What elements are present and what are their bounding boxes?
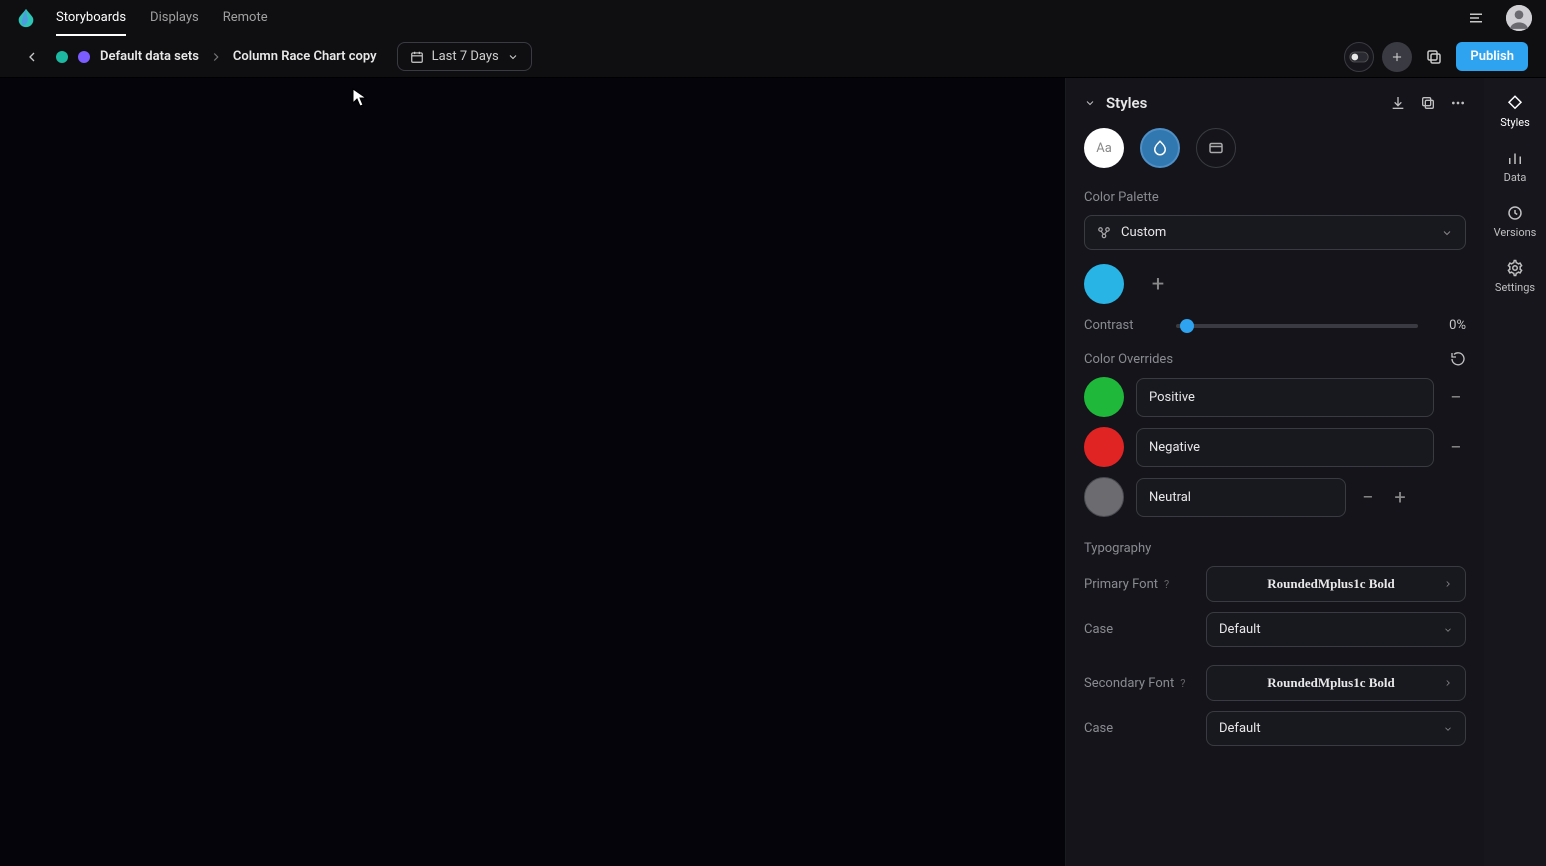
theme-toggle[interactable] bbox=[1344, 42, 1374, 72]
primary-case-value: Default bbox=[1219, 622, 1443, 637]
primary-font-select[interactable]: RoundedMplus1c Bold bbox=[1206, 566, 1466, 602]
secondary-font-select[interactable]: RoundedMplus1c Bold bbox=[1206, 665, 1466, 701]
chevron-right-icon bbox=[1443, 678, 1453, 688]
chevron-down-icon bbox=[1443, 625, 1453, 635]
settings-icon bbox=[1506, 259, 1524, 277]
remove-override-positive[interactable]: − bbox=[1446, 387, 1466, 407]
workspace-dot-purple bbox=[78, 51, 90, 63]
override-swatch-neutral[interactable] bbox=[1084, 477, 1124, 517]
side-tabs: Styles Data Versions Settings bbox=[1484, 78, 1546, 866]
cursor-icon bbox=[352, 88, 368, 108]
date-range-picker[interactable]: Last 7 Days bbox=[397, 42, 532, 71]
more-icon[interactable] bbox=[1450, 95, 1466, 111]
duplicate-icon[interactable] bbox=[1420, 95, 1436, 111]
primary-font-label: Primary Font ? bbox=[1084, 577, 1194, 592]
workspace-dot-teal bbox=[56, 51, 68, 63]
copy-button[interactable] bbox=[1420, 43, 1448, 71]
publish-button[interactable]: Publish bbox=[1456, 42, 1528, 71]
contrast-value: 0% bbox=[1430, 318, 1466, 333]
versions-icon bbox=[1506, 204, 1524, 222]
top-nav: Storyboards Displays Remote bbox=[0, 0, 1546, 36]
side-tab-styles[interactable]: Styles bbox=[1500, 94, 1530, 129]
styles-panel: Styles Aa Color Palette bbox=[1066, 78, 1484, 866]
add-override-button[interactable]: + bbox=[1390, 487, 1410, 507]
tab-storyboards[interactable]: Storyboards bbox=[56, 1, 126, 36]
nav-tabs: Storyboards Displays Remote bbox=[56, 1, 268, 36]
color-palette-label: Color Palette bbox=[1084, 190, 1466, 205]
secondary-case-value: Default bbox=[1219, 721, 1443, 736]
override-name-positive[interactable]: Positive bbox=[1136, 378, 1434, 417]
chevron-down-icon bbox=[1441, 227, 1453, 239]
help-icon[interactable]: ? bbox=[1164, 578, 1169, 591]
chevron-right-icon bbox=[209, 50, 223, 64]
tab-displays[interactable]: Displays bbox=[150, 1, 199, 36]
reset-overrides-icon[interactable] bbox=[1450, 351, 1466, 367]
color-overrides-label: Color Overrides bbox=[1084, 352, 1450, 367]
tab-remote[interactable]: Remote bbox=[223, 1, 268, 36]
add-swatch-button[interactable]: + bbox=[1138, 264, 1178, 304]
palette-select[interactable]: Custom bbox=[1084, 215, 1466, 250]
override-name-negative[interactable]: Negative bbox=[1136, 428, 1434, 467]
style-mode-text[interactable]: Aa bbox=[1084, 128, 1124, 168]
remove-override-negative[interactable]: − bbox=[1446, 437, 1466, 457]
override-swatch-positive[interactable] bbox=[1084, 377, 1124, 417]
breadcrumb-root[interactable]: Default data sets bbox=[100, 49, 199, 64]
secondary-case-select[interactable]: Default bbox=[1206, 711, 1466, 746]
secondary-font-label: Secondary Font ? bbox=[1084, 676, 1194, 691]
date-range-label: Last 7 Days bbox=[432, 49, 499, 64]
chevron-down-icon bbox=[1443, 724, 1453, 734]
download-icon[interactable] bbox=[1390, 95, 1406, 111]
collapse-icon[interactable] bbox=[1084, 97, 1096, 109]
contrast-slider[interactable] bbox=[1176, 324, 1418, 328]
contrast-label: Contrast bbox=[1084, 318, 1164, 333]
side-tab-settings[interactable]: Settings bbox=[1495, 259, 1535, 294]
help-icon[interactable]: ? bbox=[1180, 677, 1185, 690]
style-mode-color[interactable] bbox=[1140, 128, 1180, 168]
list-icon[interactable] bbox=[1462, 4, 1490, 32]
add-button[interactable] bbox=[1382, 42, 1412, 72]
breadcrumb-bar: Default data sets Column Race Chart copy… bbox=[0, 36, 1546, 78]
side-tab-data[interactable]: Data bbox=[1504, 149, 1527, 184]
chevron-right-icon bbox=[1443, 579, 1453, 589]
primary-font-value: RoundedMplus1c Bold bbox=[1219, 576, 1443, 592]
palette-swatch-1[interactable] bbox=[1084, 264, 1124, 304]
side-tab-versions[interactable]: Versions bbox=[1494, 204, 1537, 239]
data-icon bbox=[1506, 149, 1524, 167]
palette-icon bbox=[1097, 226, 1111, 240]
primary-case-label: Case bbox=[1084, 622, 1194, 637]
calendar-icon bbox=[410, 50, 424, 64]
style-mode-layout[interactable] bbox=[1196, 128, 1236, 168]
breadcrumb-current[interactable]: Column Race Chart copy bbox=[233, 49, 377, 64]
palette-selected: Custom bbox=[1121, 225, 1431, 240]
styles-icon bbox=[1506, 94, 1524, 112]
user-avatar[interactable] bbox=[1506, 5, 1532, 31]
app-logo[interactable] bbox=[14, 6, 38, 30]
panel-title: Styles bbox=[1106, 94, 1380, 112]
canvas-area[interactable] bbox=[0, 78, 1066, 866]
secondary-font-value: RoundedMplus1c Bold bbox=[1219, 675, 1443, 691]
override-swatch-negative[interactable] bbox=[1084, 427, 1124, 467]
override-name-neutral[interactable]: Neutral bbox=[1136, 478, 1346, 517]
remove-override-neutral[interactable]: − bbox=[1358, 487, 1378, 507]
chevron-down-icon bbox=[507, 51, 519, 63]
back-button[interactable] bbox=[18, 43, 46, 71]
secondary-case-label: Case bbox=[1084, 721, 1194, 736]
typography-label: Typography bbox=[1084, 541, 1466, 556]
primary-case-select[interactable]: Default bbox=[1206, 612, 1466, 647]
